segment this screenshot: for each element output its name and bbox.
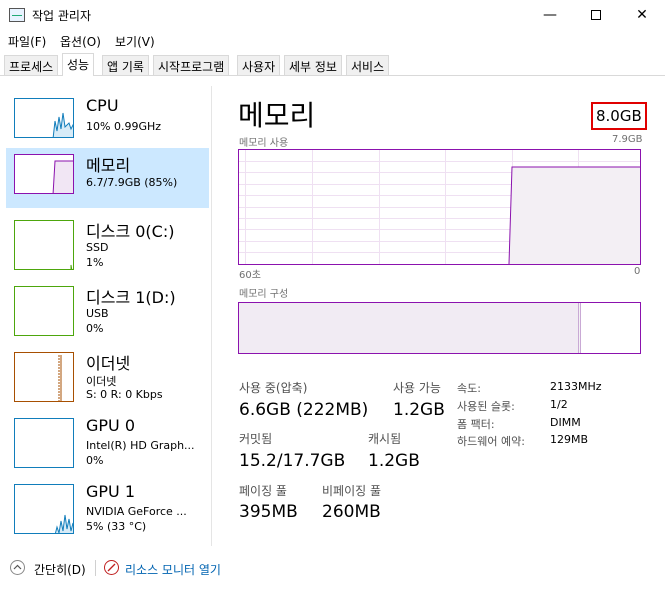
sidebar-item-detail: 10% 0.99GHz	[86, 120, 162, 133]
window-title: 작업 관리자	[32, 9, 92, 23]
sidebar-item-detail: 1%	[86, 256, 104, 269]
close-icon: ✕	[636, 7, 648, 23]
cached-label: 캐시됨	[368, 432, 402, 446]
sidebar-item-label: 메모리	[86, 156, 131, 175]
sidebar-item-detail: 6.7/7.9GB (85%)	[86, 176, 178, 189]
memory-usage-graph	[238, 149, 641, 265]
graph-time-right: 0	[634, 266, 641, 277]
graph-time-left: 60초	[239, 270, 261, 281]
sidebar-item-memory[interactable]: 메모리 6.7/7.9GB (85%)	[6, 148, 209, 208]
in-use-label: 사용 중(압축)	[239, 381, 308, 395]
maximize-icon	[591, 10, 601, 20]
sidebar-item-detail: NVIDIA GeForce ...	[86, 505, 187, 518]
sidebar-item-ethernet[interactable]: 이더넷 이더넷 S: 0 R: 0 Kbps	[6, 346, 209, 406]
disk1-thumbnail-graph	[14, 286, 74, 336]
sidebar-item-label: 디스크 0(C:)	[86, 222, 175, 241]
form-factor-value: DIMM	[550, 416, 581, 429]
menu-view[interactable]: 보기(V)	[115, 33, 155, 50]
sidebar-item-label: GPU 1	[86, 482, 136, 501]
minimize-icon: —	[543, 7, 557, 23]
ethernet-thumbnail-graph	[14, 352, 74, 402]
page-title: 메모리	[238, 99, 316, 132]
memory-usage-max: 7.9GB	[612, 134, 643, 145]
tab-processes[interactable]: 프로세스	[4, 55, 59, 75]
sidebar-item-detail: S: 0 R: 0 Kbps	[86, 388, 163, 401]
slots-label: 사용된 슬롯:	[457, 400, 515, 413]
maximize-button[interactable]	[573, 0, 619, 30]
committed-value: 15.2/17.7GB	[239, 451, 346, 471]
sidebar-item-detail: 0%	[86, 454, 104, 467]
gpu1-thumbnail-graph	[14, 484, 74, 534]
cpu-thumbnail-graph	[14, 98, 74, 138]
sidebar-item-detail: USB	[86, 307, 109, 320]
close-button[interactable]: ✕	[619, 0, 665, 30]
tab-services[interactable]: 서비스	[346, 55, 390, 75]
available-value: 1.2GB	[393, 400, 445, 420]
form-factor-label: 폼 팩터:	[457, 418, 495, 431]
performance-sidebar: CPU 10% 0.99GHz 메모리 6.7/7.9GB (85%) 디스크 …	[0, 86, 212, 546]
slots-value: 1/2	[550, 398, 568, 411]
menu-bar: 파일(F) 옵션(O) 보기(V)	[0, 30, 665, 52]
sidebar-item-detail: 이더넷	[86, 375, 117, 388]
sidebar-item-disk0[interactable]: 디스크 0(C:) SSD 1%	[6, 214, 209, 274]
tab-users[interactable]: 사용자	[237, 55, 281, 75]
speed-value: 2133MHz	[550, 380, 602, 393]
memory-usage-label: 메모리 사용	[239, 138, 289, 149]
in-use-value: 6.6GB (222MB)	[239, 400, 369, 420]
chevron-up-icon[interactable]	[10, 560, 25, 575]
nonpaged-pool-label: 비페이징 풀	[322, 484, 382, 498]
minimize-button[interactable]: —	[527, 0, 573, 30]
sidebar-item-label: CPU	[86, 96, 119, 115]
nonpaged-pool-value: 260MB	[322, 502, 381, 522]
memory-thumbnail-graph	[14, 154, 74, 194]
committed-label: 커밋됨	[239, 432, 273, 446]
resource-monitor-icon[interactable]	[104, 560, 119, 575]
gpu0-thumbnail-graph	[14, 418, 74, 468]
sidebar-item-label: 이더넷	[86, 354, 131, 373]
total-memory-value: 8.0GB	[596, 107, 642, 125]
speed-label: 속도:	[457, 382, 481, 395]
task-manager-icon	[9, 8, 25, 22]
title-bar: 작업 관리자 — ✕	[0, 0, 665, 30]
footer-divider	[95, 560, 96, 576]
tab-bar: 프로세스 성능 앱 기록 시작프로그램 사용자 세부 정보 서비스	[0, 53, 665, 76]
hardware-reserved-label: 하드웨어 예약:	[457, 435, 525, 448]
sidebar-item-label: 디스크 1(D:)	[86, 288, 176, 307]
memory-composition-bar	[238, 302, 641, 354]
memory-composition-label: 메모리 구성	[239, 289, 289, 300]
cached-value: 1.2GB	[368, 451, 420, 471]
menu-file[interactable]: 파일(F)	[8, 33, 46, 50]
tab-app-history[interactable]: 앱 기록	[102, 55, 149, 75]
available-label: 사용 가능	[393, 381, 441, 395]
footer-bar: 간단히(D) 리소스 모니터 열기	[0, 553, 665, 583]
tab-performance[interactable]: 성능	[62, 53, 95, 76]
hardware-reserved-value: 129MB	[550, 433, 589, 446]
sidebar-item-detail: Intel(R) HD Graph...	[86, 439, 195, 452]
tab-startup[interactable]: 시작프로그램	[153, 55, 230, 75]
sidebar-item-gpu1[interactable]: GPU 1 NVIDIA GeForce ... 5% (33 °C)	[6, 478, 209, 538]
sidebar-item-gpu0[interactable]: GPU 0 Intel(R) HD Graph... 0%	[6, 412, 209, 472]
paged-pool-value: 395MB	[239, 502, 298, 522]
open-resource-monitor-link[interactable]: 리소스 모니터 열기	[125, 561, 221, 578]
sidebar-item-disk1[interactable]: 디스크 1(D:) USB 0%	[6, 280, 209, 340]
sidebar-item-detail: SSD	[86, 241, 109, 254]
sidebar-item-detail: 0%	[86, 322, 104, 335]
paged-pool-label: 페이징 풀	[239, 484, 287, 498]
disk0-thumbnail-graph	[14, 220, 74, 270]
tab-details[interactable]: 세부 정보	[284, 55, 342, 75]
sidebar-item-cpu[interactable]: CPU 10% 0.99GHz	[6, 92, 209, 152]
sidebar-item-label: GPU 0	[86, 416, 136, 435]
fewer-details-link[interactable]: 간단히(D)	[34, 561, 86, 578]
sidebar-item-detail: 5% (33 °C)	[86, 520, 147, 533]
menu-options[interactable]: 옵션(O)	[60, 33, 101, 50]
